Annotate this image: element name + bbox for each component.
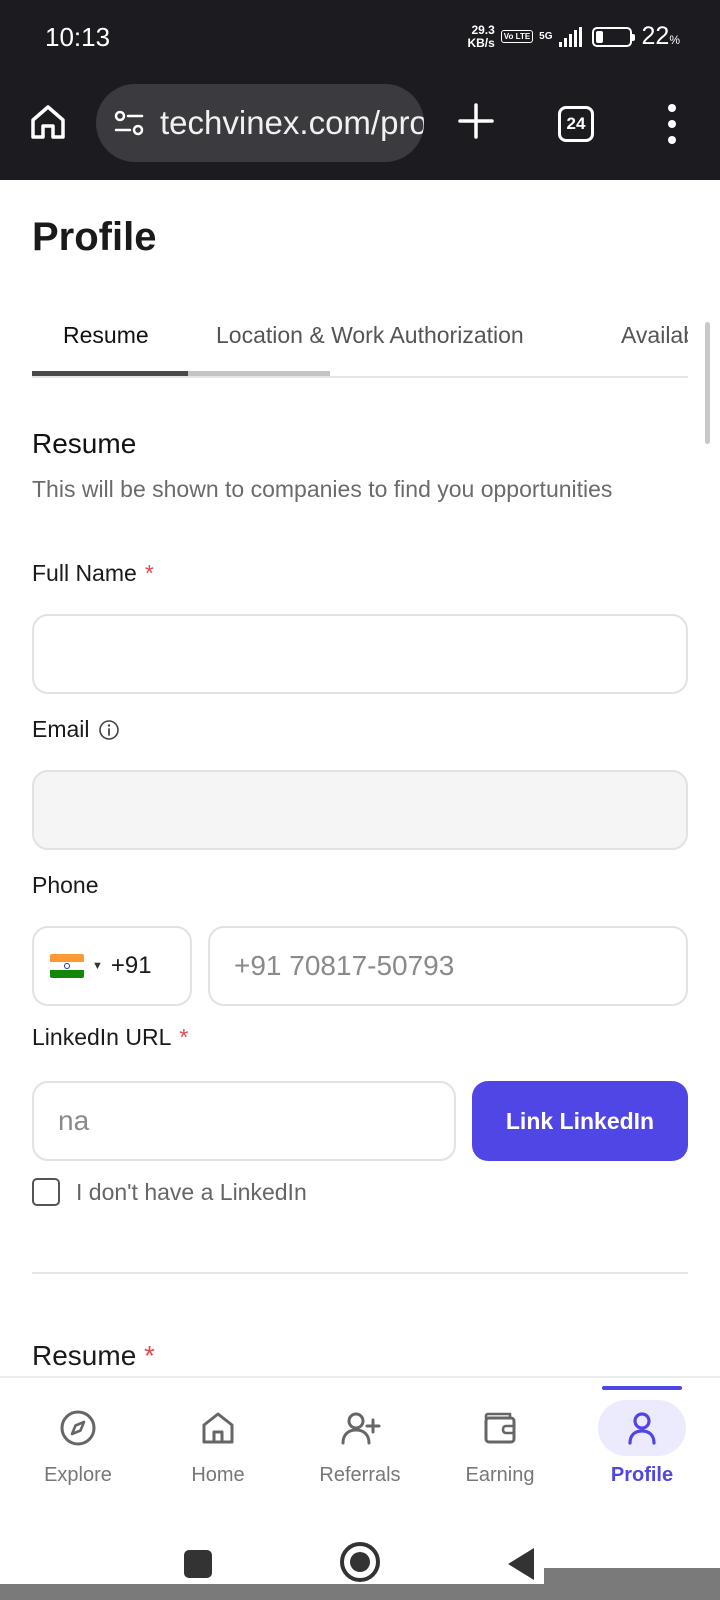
nav-label: Explore bbox=[44, 1464, 112, 1486]
network-speed-value: 29.3 bbox=[471, 22, 495, 37]
recents-icon[interactable] bbox=[184, 1550, 212, 1578]
nav-label: Home bbox=[191, 1464, 245, 1486]
browser-chrome: 10:13 29.3 KB/s Vo LTE 5G 22% techvinex.… bbox=[0, 0, 720, 180]
network-speed: 29.3 KB/s bbox=[467, 22, 495, 50]
home-button-icon[interactable] bbox=[340, 1542, 380, 1582]
network-speed-unit: KB/s bbox=[467, 35, 495, 50]
battery-percent: 22% bbox=[641, 22, 680, 50]
linkedin-url-input[interactable]: na bbox=[32, 1081, 456, 1161]
tab-location-work-authorization[interactable]: Location & Work Authorization bbox=[216, 322, 524, 349]
plus-icon[interactable] bbox=[456, 101, 496, 141]
volte-icon: Vo LTE bbox=[500, 30, 534, 43]
no-linkedin-label[interactable]: I don't have a LinkedIn bbox=[76, 1179, 307, 1206]
url-text: techvinex.com/profile bbox=[160, 104, 424, 141]
active-tab-indicator bbox=[32, 371, 188, 376]
nav-label: Referrals bbox=[319, 1464, 401, 1486]
section-divider bbox=[32, 1272, 688, 1274]
email-field[interactable] bbox=[32, 770, 688, 850]
back-icon[interactable] bbox=[508, 1548, 534, 1580]
system-overlay-strip bbox=[544, 1568, 720, 1584]
bottom-nav: Explore Home Referrals Earning Profile bbox=[0, 1376, 720, 1510]
caret-down-icon: ▼ bbox=[92, 960, 103, 972]
info-icon[interactable] bbox=[98, 719, 120, 741]
page-scrollbar[interactable] bbox=[705, 322, 710, 444]
country-code: +91 bbox=[110, 952, 152, 979]
tabs-scroll-indicator[interactable] bbox=[188, 371, 330, 376]
page-title: Profile bbox=[32, 215, 157, 259]
home-icon bbox=[202, 1412, 234, 1444]
nav-profile[interactable]: Profile bbox=[572, 1378, 712, 1512]
nav-home[interactable]: Home bbox=[148, 1378, 288, 1512]
nav-label: Profile bbox=[610, 1464, 674, 1486]
nav-referrals[interactable]: Referrals bbox=[290, 1378, 430, 1512]
network-type: 5G bbox=[539, 30, 553, 42]
wallet-icon bbox=[484, 1412, 516, 1444]
link-linkedin-button[interactable]: Link LinkedIn bbox=[472, 1081, 688, 1161]
required-mark: * bbox=[179, 1024, 189, 1050]
section-title: Resume bbox=[32, 428, 137, 459]
linkedin-label: LinkedIn URL * bbox=[32, 1024, 189, 1050]
india-flag-icon bbox=[50, 954, 84, 978]
country-code-select[interactable]: ▼ +91 bbox=[32, 926, 192, 1006]
status-indicators: 29.3 KB/s Vo LTE 5G 22% bbox=[467, 22, 680, 51]
profile-tabs: Resume Location & Work Authorization Ava… bbox=[32, 300, 688, 378]
required-mark: * bbox=[144, 1340, 155, 1371]
home-icon[interactable] bbox=[28, 102, 68, 142]
email-label: Email bbox=[32, 716, 120, 743]
tab-switcher-icon[interactable]: 24 bbox=[558, 106, 594, 142]
site-settings-icon[interactable] bbox=[112, 106, 146, 140]
full-name-label: Full Name * bbox=[32, 560, 154, 586]
phone-input[interactable]: +91 70817-50793 bbox=[208, 926, 688, 1006]
tab-availability[interactable]: Availability bbox=[621, 322, 688, 349]
battery-icon bbox=[591, 26, 635, 47]
section-description: This will be shown to companies to find … bbox=[32, 476, 613, 502]
signal-icon bbox=[558, 26, 582, 47]
compass-icon bbox=[60, 1410, 96, 1446]
required-mark: * bbox=[144, 560, 154, 586]
system-overlay-strip bbox=[0, 1584, 720, 1600]
no-linkedin-row[interactable]: I don't have a LinkedIn bbox=[32, 1178, 307, 1206]
user-icon bbox=[628, 1412, 656, 1445]
full-name-input[interactable] bbox=[32, 614, 688, 694]
phone-label: Phone bbox=[32, 872, 99, 898]
system-nav-bar bbox=[0, 1510, 720, 1600]
more-vert-icon[interactable] bbox=[660, 104, 684, 144]
address-bar[interactable]: techvinex.com/profile bbox=[96, 84, 424, 162]
user-plus-icon bbox=[341, 1412, 381, 1445]
tab-resume[interactable]: Resume bbox=[63, 322, 149, 349]
no-linkedin-checkbox[interactable] bbox=[32, 1178, 60, 1206]
nav-explore[interactable]: Explore bbox=[8, 1378, 148, 1512]
resume-upload-label: Resume * bbox=[32, 1340, 155, 1371]
status-time: 10:13 bbox=[45, 22, 111, 52]
nav-earning[interactable]: Earning bbox=[430, 1378, 570, 1512]
nav-label: Earning bbox=[465, 1464, 535, 1486]
